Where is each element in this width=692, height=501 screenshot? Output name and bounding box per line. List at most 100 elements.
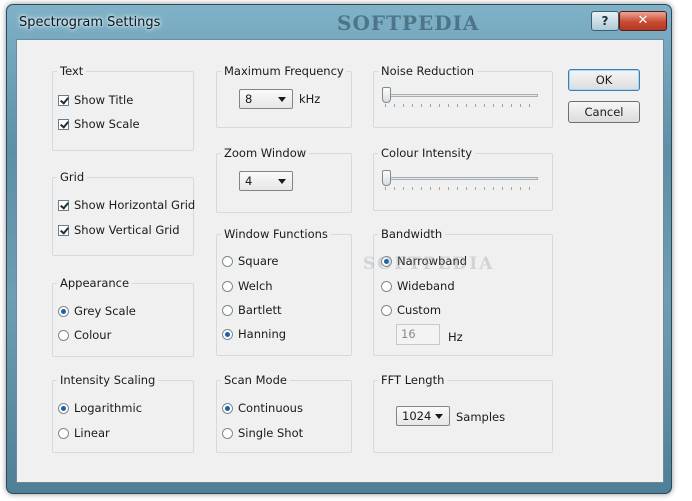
colour-intensity-thumb[interactable] bbox=[382, 170, 391, 186]
colour-radio[interactable]: Colour bbox=[58, 328, 111, 342]
show-horizontal-grid-check-icon[interactable] bbox=[58, 199, 69, 211]
custom-bandwidth-unit: Hz bbox=[448, 330, 463, 344]
single-shot-radio-dot[interactable] bbox=[222, 427, 233, 439]
bandwidth-group: Bandwidth Narrowband Wideband Custom 16 … bbox=[373, 227, 553, 356]
custom-bandwidth-input[interactable]: 16 bbox=[396, 324, 440, 345]
noise-reduction-thumb[interactable] bbox=[382, 87, 391, 103]
show-vertical-grid-label: Show Vertical Grid bbox=[74, 223, 180, 237]
grey-scale-radio-dot[interactable] bbox=[58, 305, 69, 317]
chevron-down-icon bbox=[278, 178, 286, 184]
bandwidth-group-label: Bandwidth bbox=[378, 227, 446, 241]
hanning-radio-dot[interactable] bbox=[222, 328, 233, 340]
max-frequency-select[interactable]: 8 bbox=[239, 89, 293, 109]
scan-mode-group: Scan Mode Continuous Single Shot bbox=[216, 373, 352, 453]
zoom-window-select[interactable]: 4 bbox=[239, 171, 293, 191]
grid-group-label: Grid bbox=[57, 170, 88, 184]
show-horizontal-grid-label: Show Horizontal Grid bbox=[74, 198, 196, 212]
bartlett-radio-dot[interactable] bbox=[222, 304, 233, 316]
colour-intensity-track bbox=[382, 177, 538, 180]
settings-dialog-window: Spectrogram Settings SOFTPEDIA ? ✕ Text … bbox=[6, 4, 672, 494]
logarithmic-radio[interactable]: Logarithmic bbox=[58, 401, 142, 415]
watermark-top: SOFTPEDIA bbox=[337, 11, 480, 35]
show-title-checkbox[interactable]: Show Title bbox=[58, 93, 133, 107]
zoom-window-group-label: Zoom Window bbox=[221, 146, 310, 160]
linear-label: Linear bbox=[74, 426, 110, 440]
show-title-label: Show Title bbox=[74, 93, 134, 107]
show-vertical-grid-checkbox[interactable]: Show Vertical Grid bbox=[58, 223, 180, 237]
window-title: Spectrogram Settings bbox=[19, 15, 161, 30]
welch-radio[interactable]: Welch bbox=[222, 279, 273, 293]
close-button[interactable]: ✕ bbox=[619, 11, 667, 31]
title-bar[interactable]: Spectrogram Settings SOFTPEDIA ? ✕ bbox=[7, 5, 671, 39]
window-functions-group-label: Window Functions bbox=[221, 227, 331, 241]
logarithmic-label: Logarithmic bbox=[74, 401, 143, 415]
hanning-radio[interactable]: Hanning bbox=[222, 327, 286, 341]
colour-label: Colour bbox=[74, 328, 112, 342]
linear-radio-dot[interactable] bbox=[58, 427, 69, 439]
grid-group: Grid Show Horizontal Grid Show Vertical … bbox=[52, 170, 195, 256]
show-scale-label: Show Scale bbox=[74, 117, 140, 131]
show-scale-checkbox[interactable]: Show Scale bbox=[58, 117, 140, 131]
intensity-scaling-group-label: Intensity Scaling bbox=[57, 373, 159, 387]
logarithmic-radio-dot[interactable] bbox=[58, 402, 69, 414]
custom-radio[interactable]: Custom bbox=[381, 303, 441, 317]
wideband-label: Wideband bbox=[397, 279, 455, 293]
dialog-client-area: Text Show Title Show Scale Grid Show Hor… bbox=[16, 39, 664, 483]
wideband-radio-dot[interactable] bbox=[381, 280, 392, 292]
wideband-radio[interactable]: Wideband bbox=[381, 279, 455, 293]
fft-length-unit: Samples bbox=[456, 410, 506, 424]
fft-length-group-label: FFT Length bbox=[378, 373, 448, 387]
welch-radio-dot[interactable] bbox=[222, 280, 233, 292]
noise-reduction-slider[interactable] bbox=[382, 86, 538, 110]
continuous-radio[interactable]: Continuous bbox=[222, 401, 303, 415]
fft-length-select[interactable]: 1024 bbox=[396, 406, 450, 426]
linear-radio[interactable]: Linear bbox=[58, 426, 110, 440]
welch-label: Welch bbox=[238, 279, 273, 293]
watermark-mid: SOFTPEDIA bbox=[363, 254, 495, 274]
window-functions-group: Window Functions Square Welch Bartlett H… bbox=[216, 227, 352, 356]
grey-scale-radio[interactable]: Grey Scale bbox=[58, 304, 136, 318]
colour-intensity-ticks bbox=[385, 187, 535, 190]
square-radio-dot[interactable] bbox=[222, 255, 233, 267]
colour-intensity-group: Colour Intensity bbox=[373, 146, 553, 211]
square-radio[interactable]: Square bbox=[222, 254, 279, 268]
show-scale-check-icon[interactable] bbox=[58, 118, 69, 130]
noise-reduction-group-label: Noise Reduction bbox=[378, 64, 478, 78]
maximum-frequency-group: Maximum Frequency 8 kHz bbox=[216, 64, 352, 128]
colour-intensity-group-label: Colour Intensity bbox=[378, 146, 476, 160]
intensity-scaling-group: Intensity Scaling Logarithmic Linear bbox=[52, 373, 194, 453]
maximum-frequency-group-label: Maximum Frequency bbox=[221, 64, 347, 78]
noise-reduction-ticks bbox=[385, 104, 535, 107]
chevron-down-icon bbox=[278, 96, 286, 102]
colour-intensity-slider[interactable] bbox=[382, 169, 538, 193]
cancel-button[interactable]: Cancel bbox=[568, 101, 640, 123]
show-vertical-grid-check-icon[interactable] bbox=[58, 224, 69, 236]
grey-scale-label: Grey Scale bbox=[74, 304, 136, 318]
continuous-label: Continuous bbox=[238, 401, 303, 415]
max-frequency-value: 8 bbox=[245, 92, 253, 106]
noise-reduction-track bbox=[382, 94, 538, 97]
hanning-label: Hanning bbox=[238, 327, 287, 341]
show-title-check-icon[interactable] bbox=[58, 94, 69, 106]
zoom-window-value: 4 bbox=[245, 174, 253, 188]
ok-button[interactable]: OK bbox=[568, 69, 640, 91]
scan-mode-group-label: Scan Mode bbox=[221, 373, 290, 387]
single-shot-label: Single Shot bbox=[238, 426, 304, 440]
fft-length-group: FFT Length 1024 Samples bbox=[373, 373, 553, 453]
continuous-radio-dot[interactable] bbox=[222, 402, 233, 414]
text-group: Text Show Title Show Scale bbox=[52, 64, 194, 151]
zoom-window-group: Zoom Window 4 bbox=[216, 146, 352, 213]
max-frequency-unit: kHz bbox=[299, 92, 321, 106]
appearance-group: Appearance Grey Scale Colour bbox=[52, 276, 194, 357]
help-button[interactable]: ? bbox=[591, 11, 619, 31]
custom-radio-dot[interactable] bbox=[381, 304, 392, 316]
square-label: Square bbox=[238, 254, 279, 268]
appearance-group-label: Appearance bbox=[57, 276, 133, 290]
bartlett-radio[interactable]: Bartlett bbox=[222, 303, 281, 317]
single-shot-radio[interactable]: Single Shot bbox=[222, 426, 303, 440]
fft-length-value: 1024 bbox=[402, 409, 432, 423]
show-horizontal-grid-checkbox[interactable]: Show Horizontal Grid bbox=[58, 198, 195, 212]
colour-radio-dot[interactable] bbox=[58, 329, 69, 341]
text-group-label: Text bbox=[57, 64, 87, 78]
chevron-down-icon bbox=[435, 413, 443, 419]
